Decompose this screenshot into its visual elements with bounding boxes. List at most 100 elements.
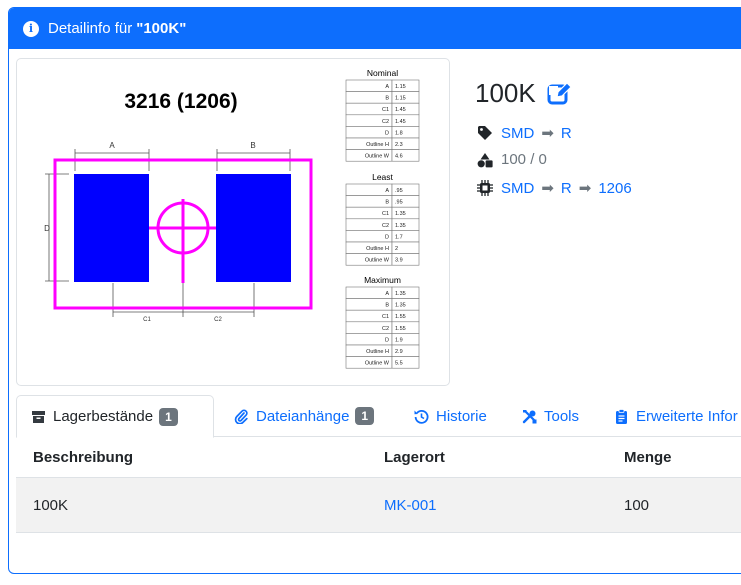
card-header: i Detailinfo für "100K" (9, 8, 741, 49)
dim-label-a: A (109, 141, 115, 150)
dim-table-value: C1 (382, 107, 389, 113)
stock-table: Beschreibung Lagerort Menge 100K MK-001 … (16, 437, 741, 533)
dim-table-value: 1.9 (395, 337, 403, 343)
stock-amount: 100 / 0 (501, 151, 547, 168)
dim-table-value: 1.55 (395, 314, 406, 320)
dim-table-value: 3.9 (395, 258, 403, 264)
dim-label-b: B (250, 141, 255, 150)
dim-table-value: 1.35 (395, 211, 406, 217)
table-header: Beschreibung Lagerort Menge (16, 437, 741, 478)
category-link-r[interactable]: R (561, 125, 572, 142)
category-link-smd[interactable]: SMD (501, 125, 534, 142)
tab-extended-info-label: Erweiterte Infor (636, 407, 738, 425)
dim-table-title: Least (372, 172, 393, 182)
dim-table-value: B (385, 303, 389, 309)
part-name: 100K (475, 78, 536, 108)
column-header-description[interactable]: Beschreibung (33, 437, 133, 477)
header-part-name: "100K" (136, 20, 187, 37)
dim-table-value: Outline H (366, 349, 389, 355)
pad-1 (74, 174, 149, 282)
footprint-link-smd[interactable]: SMD (501, 180, 534, 197)
dim-table-value: 1.7 (395, 234, 403, 240)
tab-history-label: Historie (436, 407, 487, 425)
microchip-icon (477, 180, 493, 196)
arrow-right-icon: ➡ (541, 180, 554, 197)
dim-table-value: C1 (382, 211, 389, 217)
dim-table-value: A (385, 291, 389, 297)
paperclip-icon (234, 409, 248, 424)
row-description: 100K (33, 496, 69, 514)
shapes-icon (477, 152, 493, 167)
dim-label-c2: C2 (214, 317, 222, 323)
info-icon: i (23, 20, 39, 37)
dim-table-value: 2.9 (395, 349, 403, 355)
tab-history[interactable]: Historie (400, 395, 501, 437)
dim-table-value: B (385, 200, 389, 206)
footprint-title: 3216 (1206) (124, 90, 237, 113)
dim-table-value: 1.35 (395, 291, 406, 297)
part-title-row: 100K (475, 78, 572, 109)
dim-table-value: C2 (382, 223, 389, 229)
column-header-location[interactable]: Lagerort (384, 437, 445, 477)
dim-table-value: 1.45 (395, 119, 406, 125)
dim-table-value: B (385, 96, 389, 102)
dim-table-value: 1.35 (395, 223, 406, 229)
header-prefix: Detailinfo für (48, 20, 133, 37)
tab-tools[interactable]: Tools (508, 395, 593, 437)
dim-table-value: 4.6 (395, 154, 403, 160)
dim-table-value: Outline W (365, 258, 390, 264)
tab-stock-badge: 1 (159, 407, 178, 426)
dim-table-value: A (385, 84, 389, 90)
dim-table-value: 2 (395, 246, 398, 252)
dim-table-value: D (385, 337, 389, 343)
row-amount: 100 (624, 496, 650, 514)
table-row[interactable]: 100K MK-001 100 (16, 478, 741, 533)
dim-table-value: Outline W (365, 154, 390, 160)
stock-row: 100 / 0 (477, 151, 547, 168)
dim-table-title: Maximum (364, 275, 401, 285)
dim-table-value: C2 (382, 119, 389, 125)
dim-table-value: D (385, 234, 389, 240)
tab-stock-label: Lagerbestände (53, 408, 154, 425)
center-crosshair (149, 199, 216, 283)
dim-table-value: D (385, 130, 389, 136)
dim-table-value: 1.15 (395, 84, 406, 90)
column-header-amount[interactable]: Menge (624, 437, 672, 477)
arrow-right-icon: ➡ (541, 125, 554, 142)
dim-table-value: Outline H (366, 246, 389, 252)
dim-table-value: .95 (395, 200, 403, 206)
dim-table-value: 5.5 (395, 361, 403, 367)
dimension-tables: Nominal A 1.15 B 1.15 C1 1.45 C2 1.45 D 1.8 Outline… (345, 68, 420, 369)
tab-attachments-badge: 1 (355, 407, 375, 425)
edit-icon[interactable] (546, 81, 572, 107)
dim-table-title: Nominal (367, 68, 398, 78)
box-icon (32, 411, 45, 423)
tab-attachments[interactable]: Dateianhänge 1 (220, 395, 388, 437)
dim-label-d: D (44, 224, 50, 233)
dim-table-value: 1.15 (395, 96, 406, 102)
pad-2 (216, 174, 291, 282)
dim-table-value: Outline W (365, 361, 390, 367)
row-location-link[interactable]: MK-001 (384, 497, 437, 514)
dim-table-value: 1.35 (395, 303, 406, 309)
dim-table-value: .95 (395, 188, 403, 194)
footprint-row: SMD ➡ R ➡ 1206 (477, 179, 632, 197)
tab-attachments-label: Dateianhänge (256, 407, 350, 425)
footprint-link-r[interactable]: R (561, 180, 572, 197)
dim-table-value: Outline H (366, 142, 389, 148)
category-row: SMD ➡ R (477, 124, 572, 142)
tab-extended-info[interactable]: Erweiterte Infor (600, 395, 738, 437)
clipboard-icon (616, 408, 627, 424)
tab-tools-label: Tools (544, 407, 580, 425)
dim-table-value: A (385, 188, 389, 194)
detail-tabs: Lagerbestände 1 Dateianhänge 1 Historie … (16, 395, 741, 438)
tab-stock[interactable]: Lagerbestände 1 (16, 395, 214, 438)
arrow-right-icon: ➡ (578, 180, 592, 197)
dim-table-value: 2.3 (395, 142, 403, 148)
dim-table-value: 1.8 (395, 130, 403, 136)
dim-table-value: C2 (382, 326, 389, 332)
dim-table-value: 1.45 (395, 107, 406, 113)
footprint-link-1206[interactable]: 1206 (598, 180, 631, 197)
tag-icon (478, 126, 492, 140)
footprint-image[interactable]: 3216 (1206) A B D C1 C2 Nominal A 1.15 B… (16, 58, 450, 386)
